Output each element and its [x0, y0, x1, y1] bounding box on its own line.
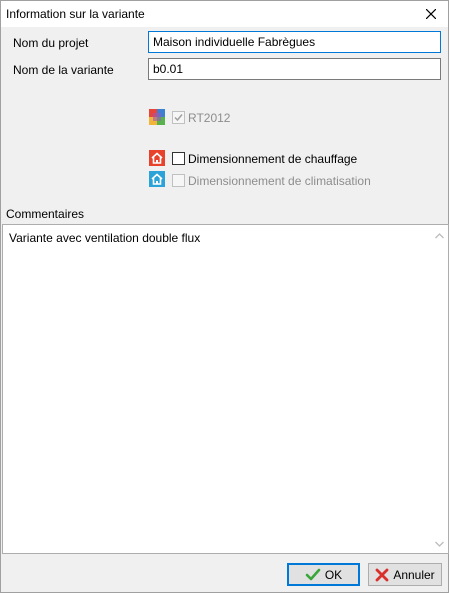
- comments-text: Variante avec ventilation double flux: [9, 231, 201, 245]
- project-name-input[interactable]: [148, 31, 441, 53]
- comments-label: Commentaires: [6, 207, 85, 221]
- dialog-footer: OK Annuler: [1, 554, 448, 592]
- rt2012-label: RT2012: [188, 111, 231, 125]
- variant-info-dialog: Information sur la variante Nom du proje…: [0, 0, 449, 593]
- close-button[interactable]: [420, 3, 442, 25]
- check-icon: [174, 114, 183, 122]
- cancel-label: Annuler: [393, 567, 435, 582]
- house-blue-icon: [149, 171, 165, 187]
- chevron-up-icon: [435, 232, 444, 238]
- comments-scrollbar[interactable]: [431, 225, 448, 553]
- window-title: Information sur la variante: [6, 7, 145, 21]
- scroll-up-button[interactable]: [435, 231, 444, 240]
- comments-textarea[interactable]: Variante avec ventilation double flux: [2, 224, 449, 554]
- heating-sizing-label: Dimensionnement de chauffage: [188, 152, 358, 166]
- cooling-sizing-label: Dimensionnement de climatisation: [188, 174, 371, 188]
- title-bar: Information sur la variante: [1, 1, 448, 27]
- rt2012-checkbox[interactable]: [172, 111, 185, 124]
- heating-sizing-checkbox[interactable]: [172, 152, 185, 165]
- red-x-icon: [375, 568, 389, 581]
- ok-label: OK: [324, 567, 343, 582]
- close-icon: [426, 9, 436, 19]
- variant-name-label: Nom de la variante: [13, 63, 114, 77]
- chevron-down-icon: [435, 541, 444, 547]
- rt2012-icon: [149, 109, 165, 125]
- ok-button[interactable]: OK: [287, 563, 360, 586]
- variant-name-input[interactable]: [148, 58, 441, 80]
- cancel-button[interactable]: Annuler: [368, 563, 442, 586]
- project-name-label: Nom du projet: [13, 36, 89, 50]
- cooling-sizing-checkbox[interactable]: [172, 174, 185, 187]
- scroll-down-button[interactable]: [435, 539, 444, 548]
- house-red-icon: [149, 150, 165, 166]
- checkmark-icon: [305, 568, 321, 580]
